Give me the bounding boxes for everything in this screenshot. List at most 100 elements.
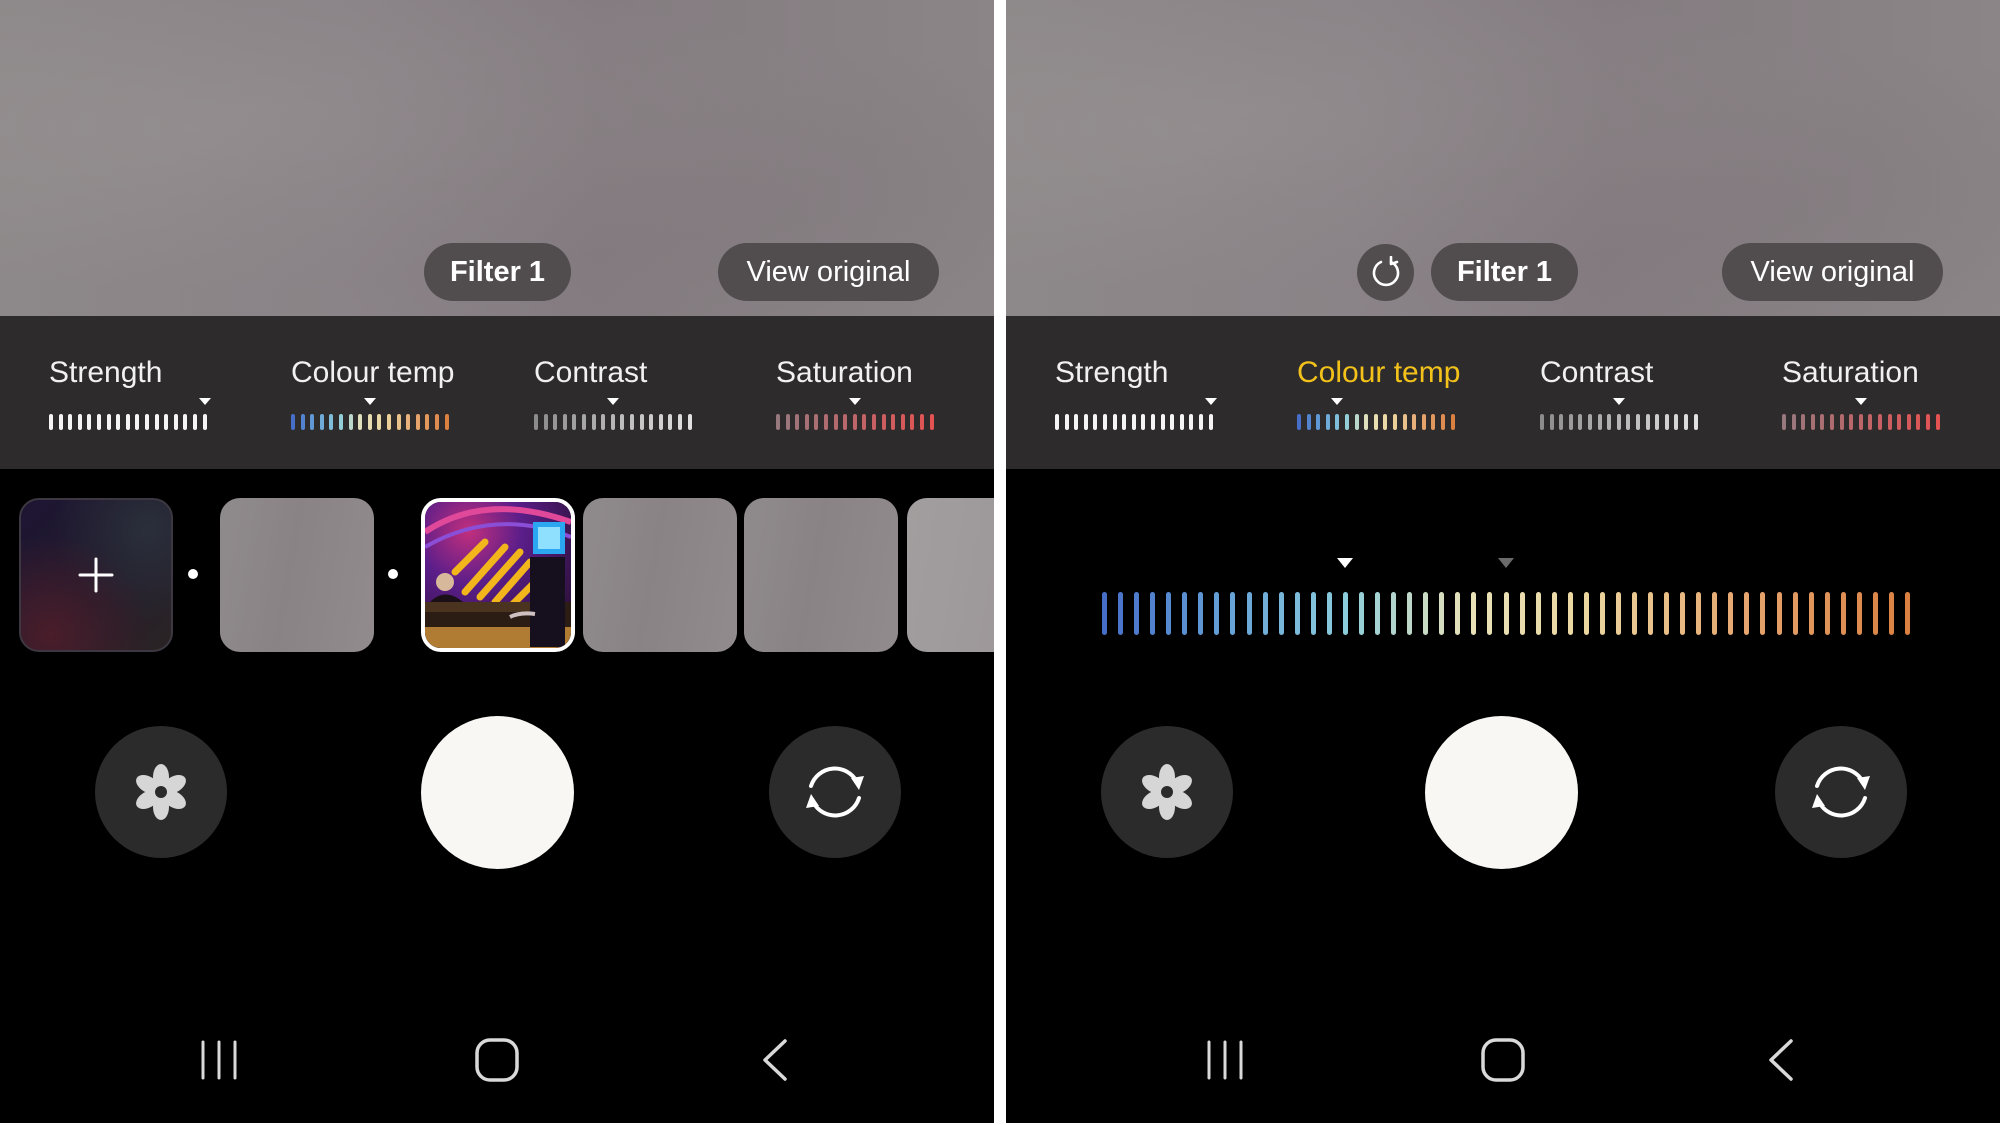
- recents-button[interactable]: [195, 1030, 243, 1090]
- mini-slider-tick: [348, 414, 353, 430]
- colour-temp-tick: [1808, 592, 1814, 635]
- switch-camera-button[interactable]: [769, 726, 901, 858]
- mini-slider-tick: [310, 414, 315, 430]
- mini-slider-tick: [367, 414, 372, 430]
- mini-slider-tick: [1325, 414, 1330, 430]
- flower-effects-icon: [1142, 764, 1192, 820]
- mini-slider-tick: [1055, 414, 1059, 430]
- filter-thumbnail[interactable]: [583, 498, 737, 652]
- mini-slider-tick: [668, 414, 673, 430]
- back-button[interactable]: [1761, 1030, 1801, 1090]
- mini-slider-tick: [116, 414, 121, 430]
- filter-thumbnail[interactable]: [744, 498, 898, 652]
- adjust-contrast[interactable]: Contrast: [534, 316, 734, 469]
- mini-slider-marker: [363, 398, 376, 405]
- mini-slider-tick: [649, 414, 654, 430]
- home-button[interactable]: [472, 1030, 522, 1090]
- filter-thumbnail-original[interactable]: [220, 498, 374, 652]
- saturation-mini-slider[interactable]: [776, 394, 946, 430]
- current-value-marker[interactable]: [1337, 558, 1354, 568]
- mini-slider-tick: [814, 414, 819, 430]
- mini-slider-marker: [1854, 398, 1867, 405]
- mini-slider-tick: [1373, 414, 1378, 430]
- mini-slider-tick: [1568, 414, 1573, 430]
- separator-dot: [188, 569, 198, 579]
- back-icon: [1769, 1039, 1793, 1081]
- filter-thumbnail-selected[interactable]: [421, 498, 575, 652]
- effects-button[interactable]: [1101, 726, 1233, 858]
- shutter-button[interactable]: [1425, 716, 1578, 869]
- mini-slider-tick: [319, 414, 324, 430]
- colour-temp-mini-slider[interactable]: [1297, 394, 1467, 430]
- adjust-colour-temp[interactable]: Colour temp: [1297, 316, 1497, 469]
- mini-slider-tick: [125, 414, 130, 430]
- mini-slider-tick: [1693, 414, 1698, 430]
- home-button[interactable]: [1478, 1030, 1528, 1090]
- adjust-contrast[interactable]: Contrast: [1540, 316, 1740, 469]
- mini-slider-tick: [1820, 414, 1825, 430]
- adjust-strength[interactable]: Strength: [1055, 316, 1255, 469]
- switch-camera-button[interactable]: [1775, 726, 1907, 858]
- mini-slider-tick: [900, 414, 905, 430]
- colour-temp-tick: [1182, 592, 1188, 635]
- adjust-label: Colour temp: [291, 356, 455, 389]
- mini-slider-tick: [154, 414, 159, 430]
- filter-name-button[interactable]: Filter 1: [424, 243, 571, 301]
- mini-slider-tick: [387, 414, 391, 430]
- mini-slider-tick: [630, 414, 634, 430]
- filter-thumbnail[interactable]: [907, 498, 994, 652]
- navigation-bar: [1006, 1030, 2000, 1090]
- mini-slider-tick: [1616, 414, 1621, 430]
- mini-slider-tick: [1791, 414, 1796, 430]
- mini-slider-tick: [1645, 414, 1650, 430]
- view-original-button[interactable]: View original: [1722, 243, 1943, 301]
- strength-mini-slider[interactable]: [1055, 394, 1225, 430]
- mini-slider-tick: [1208, 414, 1213, 430]
- colour-temp-tick: [1198, 592, 1204, 635]
- camera-preview[interactable]: Filter 1 View original: [0, 0, 994, 316]
- filter-name-button[interactable]: Filter 1: [1431, 243, 1578, 301]
- adjust-strength[interactable]: Strength: [49, 316, 249, 469]
- mini-slider-tick: [620, 414, 625, 430]
- mini-slider-tick: [1906, 414, 1911, 430]
- colour-temp-tick: [1230, 592, 1236, 635]
- reset-button[interactable]: [1357, 244, 1414, 301]
- contrast-mini-slider[interactable]: [534, 394, 704, 430]
- mini-slider-tick: [1916, 414, 1921, 430]
- mini-slider-tick: [1450, 414, 1455, 430]
- strength-mini-slider[interactable]: [49, 394, 219, 430]
- colour-temp-mini-slider[interactable]: [291, 394, 461, 430]
- recents-icon: [1207, 1040, 1243, 1080]
- colour-temp-tick: [1744, 592, 1750, 635]
- colour-temp-tick: [1760, 592, 1766, 635]
- colour-temp-tick: [1326, 592, 1332, 635]
- colour-temp-tick: [1246, 592, 1252, 635]
- colour-temp-slider[interactable]: [1006, 550, 2000, 640]
- shutter-button[interactable]: [421, 716, 574, 869]
- colour-temp-tick: [1840, 592, 1846, 635]
- adjustment-bar: Strength Colour temp Contrast Saturation: [0, 316, 994, 469]
- adjust-saturation[interactable]: Saturation: [1782, 316, 1982, 469]
- contrast-mini-slider[interactable]: [1540, 394, 1710, 430]
- camera-preview[interactable]: Filter 1 View original: [1006, 0, 2000, 316]
- recents-button[interactable]: [1201, 1030, 1249, 1090]
- mini-slider-tick: [49, 414, 53, 430]
- filter-strip[interactable]: [0, 498, 994, 653]
- saturation-mini-slider[interactable]: [1782, 394, 1952, 430]
- switch-camera-icon: [806, 766, 864, 818]
- add-filter-button[interactable]: [19, 498, 173, 652]
- mini-slider-tick: [776, 414, 780, 430]
- mini-slider-tick: [1074, 414, 1079, 430]
- mini-slider-tick: [1141, 414, 1146, 430]
- adjust-saturation[interactable]: Saturation: [776, 316, 976, 469]
- mini-slider-tick: [601, 414, 606, 430]
- view-original-button[interactable]: View original: [718, 243, 939, 301]
- colour-temp-tick: [1375, 592, 1381, 635]
- screen-right: Filter 1 View original Strength Colour t…: [1006, 0, 2000, 1123]
- mini-slider-marker: [1331, 398, 1344, 405]
- mini-slider-tick: [862, 414, 867, 430]
- effects-button[interactable]: [95, 726, 227, 858]
- mini-slider-tick: [852, 414, 857, 430]
- back-button[interactable]: [755, 1030, 795, 1090]
- adjust-colour-temp[interactable]: Colour temp: [291, 316, 491, 469]
